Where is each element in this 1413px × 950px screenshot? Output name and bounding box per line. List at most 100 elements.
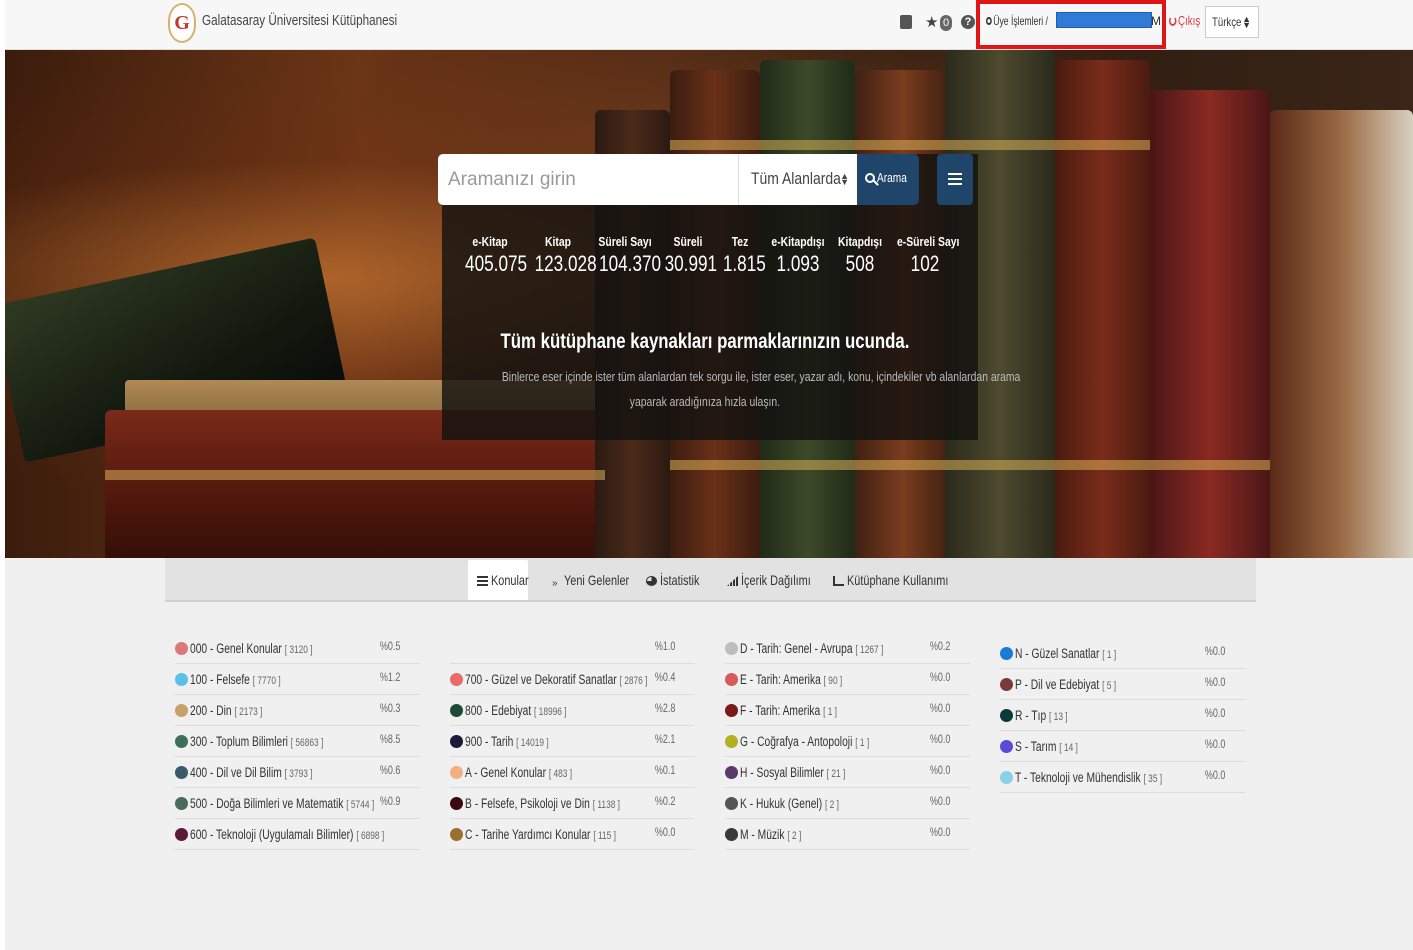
subject-name[interactable]: 100 - Felsefe [ 7770 ] [190, 672, 281, 687]
subject-row[interactable]: E - Tarih: Amerika [ 90 ] %0.0 [725, 664, 970, 695]
subject-color-dot [1000, 647, 1013, 660]
subject-percentage: %0.0 [1204, 706, 1225, 720]
stat-label: Kitap [545, 234, 571, 249]
subject-count: [ 1 ] [1102, 649, 1117, 661]
tab-kutuphane-kullanimi[interactable]: Kütüphane Kullanımı [833, 560, 977, 600]
subject-name[interactable]: 700 - Güzel ve Dekoratif Sanatlar [ 2876… [465, 672, 647, 687]
subject-name[interactable]: H - Sosyal Bilimler [ 21 ] [740, 765, 845, 780]
subject-color-dot [725, 828, 738, 841]
subject-name[interactable]: 600 - Teknoloji (Uygulamalı Bilimler) [ … [190, 827, 384, 842]
subject-row[interactable]: S - Tarım [ 14 ] %0.0 [1000, 731, 1245, 762]
subject-name[interactable]: G - Coğrafya - Antopoloji [ 1 ] [740, 734, 869, 749]
subject-row[interactable]: 500 - Doğa Bilimleri ve Matematik [ 5744… [175, 788, 420, 819]
subject-name[interactable]: R - Tıp [ 13 ] [1015, 708, 1068, 723]
subject-name[interactable]: M - Müzik [ 2 ] [740, 827, 801, 842]
subject-count: [ 2 ] [824, 799, 839, 811]
subject-row[interactable]: F - Tarih: Amerika [ 1 ] %0.0 [725, 695, 970, 726]
search-scope-select[interactable]: Tüm Alanlarda ▲ ▼ [738, 154, 857, 205]
subject-name[interactable]: 900 - Tarih [ 14019 ] [465, 734, 549, 749]
subject-name[interactable]: E - Tarih: Amerika [ 90 ] [740, 672, 842, 687]
star-icon[interactable]: ★ [925, 13, 938, 31]
subject-row[interactable]: 100 - Felsefe [ 7770 ] %1.2 [175, 664, 420, 695]
subject-name[interactable]: T - Teknoloji ve Mühendislik [ 35 ] [1015, 770, 1162, 785]
stat-label: Kitapdışı [838, 234, 882, 249]
subject-row[interactable]: P - Dil ve Edebiyat [ 5 ] %0.0 [1000, 669, 1245, 700]
subject-name[interactable]: D - Tarih: Genel - Avrupa [ 1267 ] [740, 641, 883, 656]
subject-color-dot [450, 797, 463, 810]
subject-row[interactable]: 300 - Toplum Bilimleri [ 56863 ] %8.5 [175, 726, 420, 757]
subject-name[interactable]: 300 - Toplum Bilimleri [ 56863 ] [190, 734, 323, 749]
subject-row[interactable]: G - Coğrafya - Antopoloji [ 1 ] %0.0 [725, 726, 970, 757]
subject-name[interactable]: A - Genel Konular [ 483 ] [465, 765, 572, 780]
subject-row[interactable]: 200 - Din [ 2173 ] %0.3 [175, 695, 420, 726]
subject-row[interactable]: 900 - Tarih [ 14019 ] %2.1 [450, 726, 695, 757]
subject-label: A - Genel Konular [465, 765, 546, 780]
subject-name[interactable]: 400 - Dil ve Dil Bilim [ 3793 ] [190, 765, 313, 780]
subject-color-dot [725, 797, 738, 810]
subject-row[interactable]: 600 - Teknoloji (Uygulamalı Bilimler) [ … [175, 819, 420, 850]
site-title[interactable]: Galatasaray Üniversitesi Kütüphanesi [202, 12, 397, 29]
tab-icerik-dagilimi[interactable]: İçerik Dağılımı [727, 560, 830, 600]
subject-row[interactable]: D - Tarih: Genel - Avrupa [ 1267 ] %0.2 [725, 633, 970, 664]
subject-name[interactable]: N - Güzel Sanatlar [ 1 ] [1015, 646, 1116, 661]
subject-count: [ 3793 ] [284, 768, 313, 780]
search-button[interactable]: Arama [857, 154, 919, 205]
subject-row[interactable]: 700 - Güzel ve Dekoratif Sanatlar [ 2876… [450, 664, 695, 695]
favorites-count-badge[interactable]: 0 [940, 15, 952, 31]
subject-row[interactable]: C - Tarihe Yardımcı Konular [ 115 ] %0.0 [450, 819, 695, 850]
subject-percentage: %0.0 [1204, 675, 1225, 689]
subject-row[interactable]: A - Genel Konular [ 483 ] %0.1 [450, 757, 695, 788]
subject-name[interactable]: P - Dil ve Edebiyat [ 5 ] [1015, 677, 1116, 692]
tab-istatistik[interactable]: İstatistik [646, 560, 711, 600]
subject-column-2: %1.0 700 - Güzel ve Dekoratif Sanatlar [ … [450, 633, 695, 850]
subject-row[interactable]: B - Felsefe, Psikoloji ve Din [ 1138 ] %0… [450, 788, 695, 819]
tab-konular[interactable]: Konular [468, 560, 529, 600]
subject-row[interactable]: H - Sosyal Bilimler [ 21 ] %0.0 [725, 757, 970, 788]
subject-name[interactable]: C - Tarihe Yardımcı Konular [ 115 ] [465, 827, 616, 842]
subject-count: [ 5 ] [1102, 680, 1117, 692]
stat-value: 123.028 [534, 251, 597, 276]
subject-row[interactable]: M - Müzik [ 2 ] %0.0 [725, 819, 970, 850]
subject-row[interactable]: K - Hukuk (Genel) [ 2 ] %0.0 [725, 788, 970, 819]
subject-color-dot [175, 642, 188, 655]
subject-label: S - Tarım [1015, 739, 1057, 754]
subject-name[interactable]: 000 - Genel Konular [ 3120 ] [190, 641, 313, 656]
subject-count: [ 2 ] [787, 830, 802, 842]
advanced-search-button[interactable] [937, 154, 973, 205]
logout-link[interactable]: Çıkış [1169, 13, 1200, 28]
subject-color-dot [1000, 709, 1013, 722]
help-icon[interactable]: ? [961, 15, 975, 29]
subject-label: 900 - Tarih [465, 734, 514, 749]
subject-percentage: %2.1 [654, 732, 675, 746]
subject-name[interactable]: F - Tarih: Amerika [ 1 ] [740, 703, 837, 718]
subject-row[interactable]: 400 - Dil ve Dil Bilim [ 3793 ] %0.6 [175, 757, 420, 788]
calendar-icon[interactable] [900, 15, 912, 29]
subject-name[interactable]: K - Hukuk (Genel) [ 2 ] [740, 796, 839, 811]
subject-row[interactable]: 000 - Genel Konular [ 3120 ] %0.5 [175, 633, 420, 664]
subject-color-dot [725, 766, 738, 779]
hero-book-image [1150, 90, 1270, 558]
subject-row[interactable]: N - Güzel Sanatlar [ 1 ] %0.0 [1000, 638, 1245, 669]
subject-column-1: 000 - Genel Konular [ 3120 ] %0.5 100 - Fe… [175, 633, 420, 850]
hero-banner [5, 50, 1413, 558]
subject-name[interactable]: S - Tarım [ 14 ] [1015, 739, 1078, 754]
subject-name[interactable]: 500 - Doğa Bilimleri ve Matematik [ 5744… [190, 796, 374, 811]
subject-color-dot [450, 766, 463, 779]
stat-label: Süreli Sayı [598, 234, 652, 249]
subject-color-dot [450, 828, 463, 841]
university-logo-icon[interactable]: G [168, 3, 196, 43]
stat-thesis: Tez 1.815 [718, 234, 766, 277]
subject-row[interactable]: 800 - Edebiyat [ 18996 ] %2.8 [450, 695, 695, 726]
subject-row[interactable]: T - Teknoloji ve Mühendislik [ 35 ] %0.0 [1000, 762, 1245, 793]
subject-name[interactable]: 200 - Din [ 2173 ] [190, 703, 262, 718]
subject-label: N - Güzel Sanatlar [1015, 646, 1100, 661]
subject-percentage: %0.2 [654, 794, 675, 808]
subject-name[interactable]: B - Felsefe, Psikoloji ve Din [ 1138 ] [465, 796, 620, 811]
subject-label: F - Tarih: Amerika [740, 703, 821, 718]
subject-row[interactable]: R - Tıp [ 13 ] %0.0 [1000, 700, 1245, 731]
language-select[interactable]: Türkçe ▲ ▼ [1205, 6, 1259, 38]
subject-label: 000 - Genel Konular [190, 641, 282, 656]
tab-yeni-gelenler[interactable]: » Yeni Gelenler [552, 560, 648, 600]
subject-name[interactable]: 800 - Edebiyat [ 18996 ] [465, 703, 567, 718]
search-input[interactable] [438, 154, 738, 205]
